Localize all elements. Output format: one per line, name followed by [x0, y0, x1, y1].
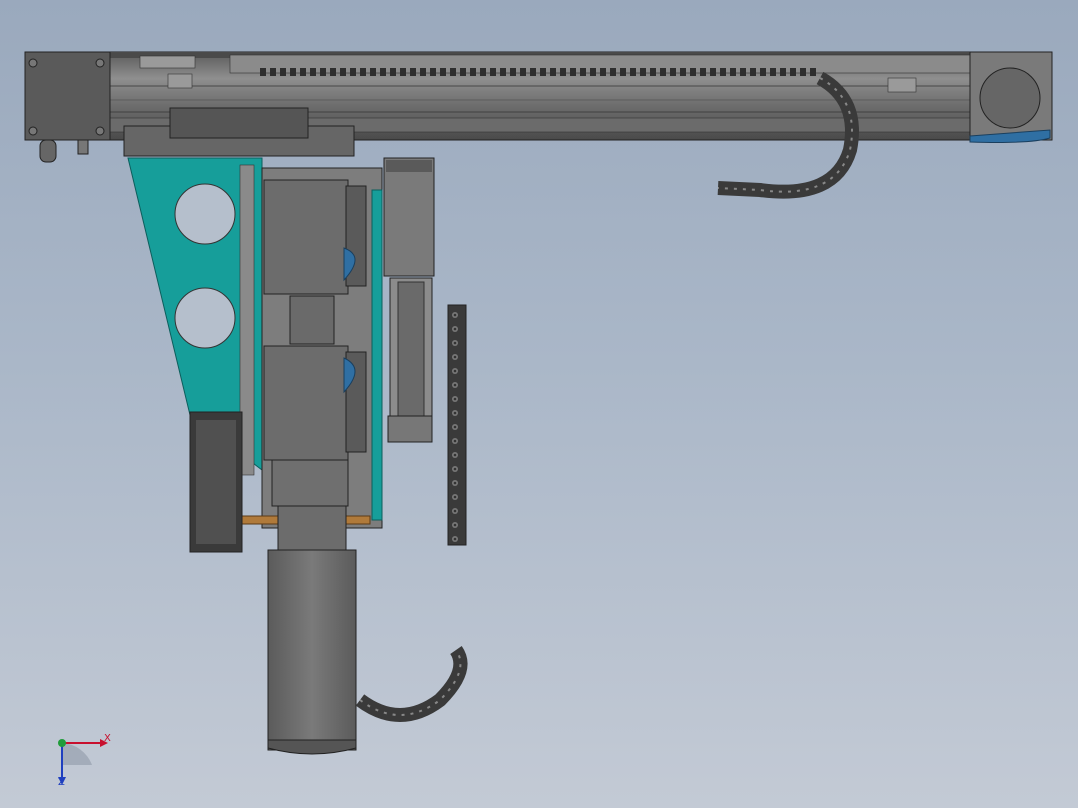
cad-model-view[interactable]: [0, 0, 1078, 808]
3d-viewport[interactable]: X Z: [0, 0, 1078, 808]
x-axis-idler-end[interactable]: [969, 51, 1053, 143]
z-axis-label: Z: [58, 777, 65, 788]
vertical-actuator[interactable]: [383, 157, 435, 443]
y-axis-dot: [58, 739, 66, 747]
axis-triad: [58, 739, 108, 785]
side-cable-chain: [189, 411, 243, 553]
limit-sensor: [167, 73, 193, 89]
x-axis-drive-motor[interactable]: [24, 51, 111, 163]
x-axis-label: X: [104, 733, 111, 744]
limit-sensor: [887, 77, 917, 93]
rotary-motor[interactable]: [267, 505, 357, 755]
lower-cable-chain: [355, 645, 468, 722]
vertical-cable-chain: [447, 304, 467, 546]
